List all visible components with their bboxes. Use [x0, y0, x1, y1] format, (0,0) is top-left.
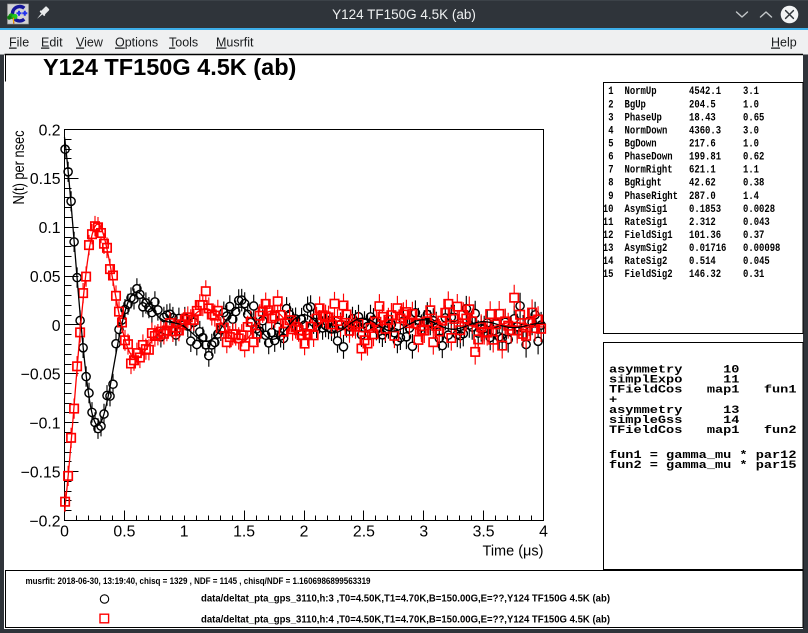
svg-text:15: 15 — [603, 269, 614, 281]
svg-text:−0.05: −0.05 — [21, 367, 61, 384]
svg-text:1.0: 1.0 — [743, 139, 759, 151]
svg-text:8: 8 — [608, 178, 614, 190]
svg-text:0.38: 0.38 — [743, 178, 765, 190]
svg-text:0.37: 0.37 — [743, 230, 764, 242]
svg-text:3.5: 3.5 — [473, 524, 495, 541]
svg-text:−0.15: −0.15 — [21, 464, 61, 481]
svg-text:3: 3 — [419, 524, 428, 541]
svg-text:0.043: 0.043 — [743, 217, 770, 229]
svg-text:1.5: 1.5 — [233, 524, 255, 541]
svg-text:Edit: Edit — [41, 36, 63, 50]
svg-text:11: 11 — [603, 217, 614, 229]
svg-text:−0.2: −0.2 — [29, 513, 60, 530]
svg-text:NormUp: NormUp — [625, 86, 657, 98]
svg-text:12: 12 — [603, 230, 614, 242]
svg-text:204.5: 204.5 — [689, 99, 716, 111]
svg-text:217.6: 217.6 — [689, 139, 716, 151]
svg-text:fun2 = gamma_mu * par15: fun2 = gamma_mu * par15 — [609, 460, 797, 472]
svg-text:RateSig2: RateSig2 — [625, 256, 668, 268]
svg-text:2.312: 2.312 — [689, 217, 716, 229]
svg-text:4: 4 — [539, 524, 548, 541]
svg-text:14: 14 — [603, 256, 614, 268]
svg-text:View: View — [76, 36, 104, 50]
svg-text:2.5: 2.5 — [353, 524, 375, 541]
svg-text:TFieldCos map1 fun1: TFieldCos map1 fun1 — [609, 385, 797, 397]
svg-text:NormDown: NormDown — [625, 125, 668, 137]
svg-text:PhaseDown: PhaseDown — [625, 152, 673, 164]
svg-text:199.81: 199.81 — [689, 152, 721, 164]
svg-text:3.0: 3.0 — [743, 125, 759, 137]
svg-text:BgRight: BgRight — [625, 178, 662, 190]
svg-text:FieldSig2: FieldSig2 — [625, 269, 673, 281]
svg-text:3: 3 — [608, 112, 614, 124]
svg-text:1: 1 — [180, 524, 189, 541]
svg-text:10: 10 — [603, 204, 614, 216]
svg-text:PhaseRight: PhaseRight — [625, 191, 679, 203]
svg-text:BgUp: BgUp — [625, 99, 647, 111]
svg-text:N(t) per nsec: N(t) per nsec — [11, 130, 28, 204]
svg-text:9: 9 — [608, 191, 613, 203]
svg-text:6: 6 — [608, 152, 613, 164]
svg-text:Options: Options — [115, 36, 158, 50]
svg-text:AsymSig2: AsymSig2 — [625, 243, 668, 255]
svg-text:musrfit: 2018-06-30, 13:19:40,: musrfit: 2018-06-30, 13:19:40, chisq = 1… — [26, 575, 371, 586]
svg-text:621.1: 621.1 — [689, 165, 716, 177]
svg-text:Time (μs): Time (μs) — [483, 544, 544, 560]
svg-text:FieldSig1: FieldSig1 — [625, 230, 673, 242]
svg-text:0: 0 — [52, 318, 61, 335]
svg-text:0.00098: 0.00098 — [743, 243, 781, 255]
svg-text:data/deltat_pta_gps_3110,h:3 ,: data/deltat_pta_gps_3110,h:3 ,T0=4.50K,T… — [201, 594, 610, 605]
svg-text:TFieldCos map1 fun2: TFieldCos map1 fun2 — [609, 425, 797, 437]
svg-text:RateSig1: RateSig1 — [625, 217, 668, 229]
svg-text:Y124 TF150G 4.5K (ab): Y124 TF150G 4.5K (ab) — [332, 7, 476, 22]
svg-text:PhaseUp: PhaseUp — [625, 112, 663, 124]
svg-text:1.0: 1.0 — [743, 99, 759, 111]
svg-text:Musrfit: Musrfit — [216, 36, 254, 50]
svg-text:101.36: 101.36 — [689, 230, 721, 242]
svg-text:0.62: 0.62 — [743, 152, 764, 164]
svg-text:5: 5 — [608, 139, 614, 151]
svg-text:Help: Help — [771, 36, 797, 50]
svg-text:3.1: 3.1 — [743, 86, 759, 98]
svg-text:0.514: 0.514 — [689, 256, 716, 268]
svg-text:0.31: 0.31 — [743, 269, 765, 281]
svg-text:1: 1 — [608, 86, 614, 98]
svg-text:2: 2 — [300, 524, 309, 541]
svg-text:0.65: 0.65 — [743, 112, 765, 124]
svg-text:287.0: 287.0 — [689, 191, 716, 203]
svg-text:0: 0 — [60, 524, 69, 541]
svg-text:BgDown: BgDown — [625, 139, 657, 151]
svg-text:−0.1: −0.1 — [29, 416, 60, 433]
svg-text:0.01716: 0.01716 — [689, 243, 726, 255]
svg-text:0.05: 0.05 — [30, 269, 61, 286]
svg-text:0.15: 0.15 — [30, 171, 61, 188]
svg-text:File: File — [9, 36, 29, 50]
svg-text:0.1853: 0.1853 — [689, 204, 721, 216]
svg-text:0.045: 0.045 — [743, 256, 770, 268]
svg-text:0.0028: 0.0028 — [743, 204, 775, 216]
svg-text:13: 13 — [603, 243, 614, 255]
svg-text:data/deltat_pta_gps_3110,h:4 ,: data/deltat_pta_gps_3110,h:4 ,T0=4.50K,T… — [201, 615, 610, 626]
svg-text:18.43: 18.43 — [689, 112, 716, 124]
svg-text:Y124 TF150G 4.5K (ab): Y124 TF150G 4.5K (ab) — [43, 54, 296, 80]
svg-text:2: 2 — [608, 99, 613, 111]
svg-text:1.1: 1.1 — [743, 165, 759, 177]
svg-text:4360.3: 4360.3 — [689, 125, 721, 137]
svg-text:4542.1: 4542.1 — [689, 86, 721, 98]
svg-text:0.1: 0.1 — [39, 220, 61, 237]
svg-text:0.2: 0.2 — [39, 122, 61, 139]
svg-text:AsymSig1: AsymSig1 — [625, 204, 668, 216]
svg-text:0.5: 0.5 — [113, 524, 135, 541]
svg-text:1.4: 1.4 — [743, 191, 759, 203]
svg-text:42.62: 42.62 — [689, 178, 716, 190]
svg-text:4: 4 — [608, 125, 614, 137]
svg-text:7: 7 — [608, 165, 613, 177]
svg-text:146.32: 146.32 — [689, 269, 721, 281]
svg-text:Tools: Tools — [169, 36, 198, 50]
svg-text:NormRight: NormRight — [625, 165, 673, 177]
